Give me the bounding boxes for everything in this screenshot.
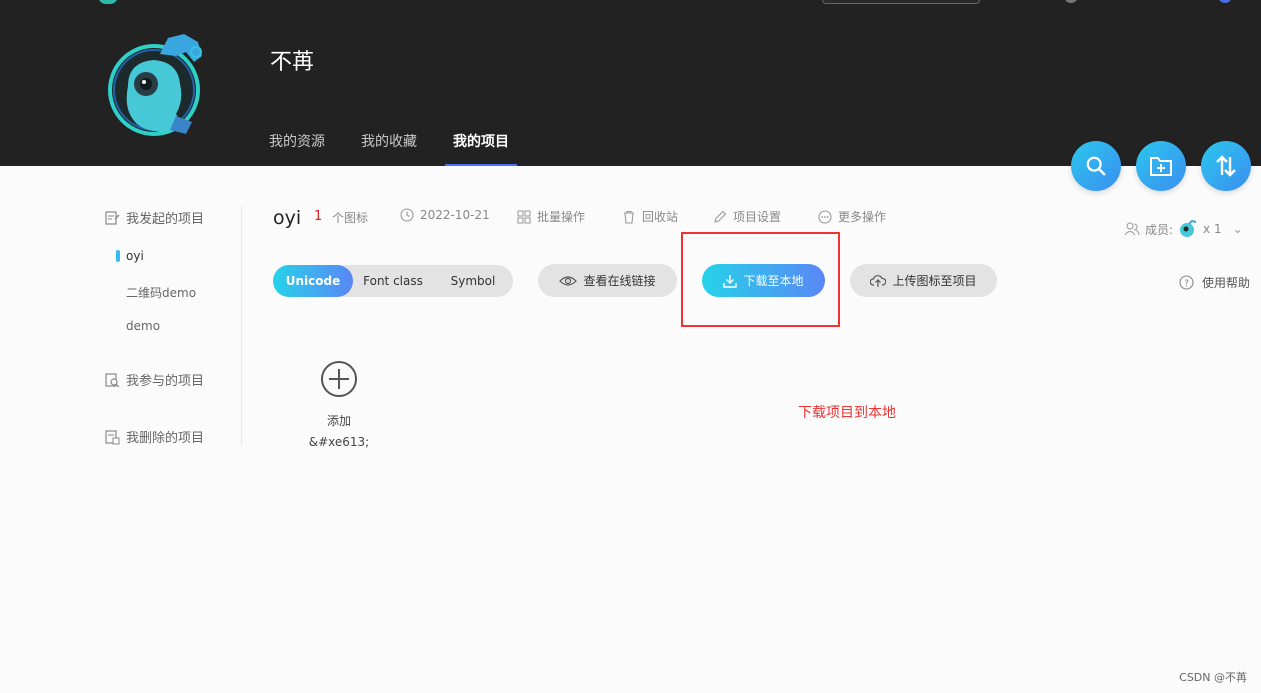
sidebar-divider [241, 206, 242, 446]
help-circle-icon: ? [1179, 275, 1194, 290]
settings-label: 项目设置 [733, 210, 782, 224]
help-link[interactable]: ? 使用帮助 [1179, 274, 1250, 291]
upload-label: 上传图标至项目 [892, 274, 977, 288]
batch-label: 批量操作 [537, 210, 586, 224]
icon-count-label: 个图标 [332, 211, 369, 225]
view-link-label: 查看在线链接 [583, 274, 656, 288]
deleted-document-icon [105, 429, 120, 444]
project-date: 2022-10-21 [400, 208, 490, 222]
annotation-highlight-box [681, 232, 840, 327]
add-icon-label: 添加 [326, 414, 351, 428]
members-count: x 1 [1203, 222, 1222, 236]
tab-my-resources[interactable]: 我的资源 [269, 131, 325, 166]
members-label: 成员: [1145, 222, 1174, 237]
view-online-link-button[interactable]: 查看在线链接 [538, 264, 677, 297]
toggle-symbol[interactable]: Symbol [433, 265, 513, 297]
profile-header: 不苒 我的资源 我的收藏 我的项目 [0, 0, 1261, 166]
cloud-upload-icon [870, 275, 887, 287]
search-button[interactable] [1071, 141, 1121, 191]
more-dots-icon [818, 209, 832, 224]
upload-icon-button[interactable]: 上传图标至项目 [850, 264, 997, 297]
members-icon [1124, 222, 1140, 236]
sidebar-group-label: 我参与的项目 [126, 374, 205, 389]
sidebar-group-label: 我删除的项目 [126, 431, 205, 446]
sidebar-project-qrcode-demo[interactable]: 二维码demo [126, 284, 196, 301]
logo-fragment [98, 0, 118, 4]
folder-add-icon [1150, 157, 1172, 176]
add-icon-card[interactable]: 添加 &#xe613; [302, 360, 376, 449]
project-name: oyi [273, 207, 302, 229]
add-circle-icon [321, 361, 357, 397]
batch-grid-icon [517, 210, 531, 223]
sidebar-group-label: 我发起的项目 [126, 212, 205, 227]
batch-operation-button[interactable]: 批量操作 [517, 208, 585, 225]
help-label: 使用帮助 [1202, 276, 1251, 290]
search-icon [1086, 156, 1106, 176]
project-settings-button[interactable]: 项目设置 [713, 208, 781, 225]
search-bar-fragment[interactable] [822, 0, 980, 4]
search-document-icon [105, 372, 120, 387]
header-icon-fragment[interactable] [1064, 0, 1078, 3]
trash-icon [624, 210, 634, 224]
svg-text:?: ? [1184, 279, 1189, 289]
sidebar-group-joined[interactable]: 我参与的项目 [104, 370, 204, 389]
annotation-text: 下载项目到本地 [798, 405, 896, 421]
sidebar-group-created[interactable]: 我发起的项目 [104, 208, 204, 227]
members-dropdown[interactable]: 成员: x 1 ⌄ [1124, 219, 1243, 239]
tab-my-favorites[interactable]: 我的收藏 [361, 131, 417, 166]
sidebar-project-demo[interactable]: demo [126, 319, 160, 333]
recycle-label: 回收站 [642, 210, 679, 224]
toggle-unicode[interactable]: Unicode [273, 265, 353, 297]
pencil-icon [714, 210, 727, 223]
icon-count: 1 [314, 209, 323, 224]
more-label: 更多操作 [838, 210, 887, 224]
sidebar-project-oyi[interactable]: oyi [126, 249, 144, 263]
active-project-marker [116, 250, 120, 262]
watermark: CSDN @不苒 [1179, 671, 1247, 684]
user-avatar[interactable] [106, 26, 206, 142]
clock-icon [400, 208, 414, 222]
edit-document-icon [105, 210, 120, 225]
date-text: 2022-10-21 [420, 208, 490, 222]
recycle-bin-button[interactable]: 回收站 [622, 208, 678, 225]
user-avatar-fragment[interactable] [1218, 0, 1232, 3]
chevron-down-icon: ⌄ [1232, 222, 1243, 236]
sidebar-group-deleted[interactable]: 我删除的项目 [104, 427, 204, 446]
member-avatar [1180, 219, 1197, 237]
new-project-button[interactable] [1136, 141, 1186, 191]
username: 不苒 [270, 50, 315, 75]
toggle-font-class[interactable]: Font class [353, 265, 433, 297]
sort-arrows-icon [1216, 155, 1236, 177]
add-icon-code: &#xe613; [308, 435, 370, 449]
eye-icon [559, 275, 578, 286]
tab-my-projects[interactable]: 我的项目 [445, 131, 517, 166]
sort-button[interactable] [1201, 141, 1251, 191]
more-actions-button[interactable]: 更多操作 [818, 208, 886, 225]
